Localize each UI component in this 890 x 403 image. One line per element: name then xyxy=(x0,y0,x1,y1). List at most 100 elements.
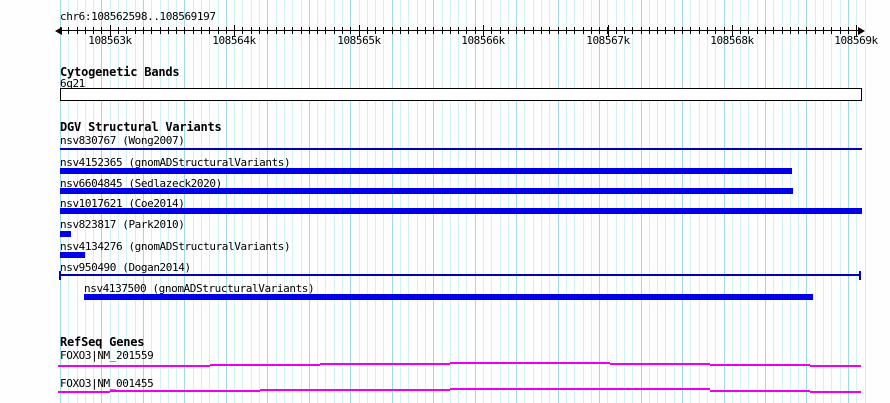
gridline xyxy=(325,0,327,403)
gridline xyxy=(698,0,700,403)
gridline xyxy=(781,0,783,403)
ruler-tick-minor xyxy=(706,27,708,34)
ruler-tick-label: 108564k xyxy=(212,34,256,47)
ruler-tick-minor xyxy=(798,27,800,34)
gene-line-segment[interactable] xyxy=(110,390,260,392)
gridline xyxy=(673,0,675,403)
gene-label[interactable]: FOXO3|NM_001455 xyxy=(60,377,154,390)
gridline xyxy=(823,0,825,403)
ruler-tick-minor xyxy=(176,27,178,34)
gene-line-segment[interactable] xyxy=(610,363,710,365)
gridline xyxy=(682,0,684,403)
gridline xyxy=(300,0,302,403)
gridline xyxy=(259,0,261,403)
ruler-tick-minor xyxy=(756,27,758,34)
ruler-tick-minor xyxy=(142,27,144,34)
ruler-tick-minor xyxy=(823,27,825,34)
gridline xyxy=(201,0,202,403)
variant-label[interactable]: nsv6604845 (Sedlazeck2020) xyxy=(60,177,222,190)
ruler-tick-minor xyxy=(167,27,169,34)
gridline xyxy=(375,0,377,403)
gene-line-segment[interactable] xyxy=(810,391,861,393)
ruler-tick-minor xyxy=(126,27,128,34)
ruler-tick-minor xyxy=(325,27,327,34)
gridline xyxy=(856,0,858,403)
ruler-tick-minor xyxy=(118,27,120,34)
gridline xyxy=(624,0,626,403)
gene-line-segment[interactable] xyxy=(260,389,450,391)
ruler-tick-minor xyxy=(599,27,601,34)
variant-bar[interactable] xyxy=(60,231,71,237)
gridline xyxy=(433,0,435,403)
gridline xyxy=(308,0,310,403)
ruler-tick-minor xyxy=(209,27,211,34)
gridline xyxy=(740,0,742,403)
ruler-tick-minor xyxy=(317,27,319,34)
variant-label[interactable]: nsv4152365 (gnomADStructuralVariants) xyxy=(60,156,291,169)
gene-line-segment[interactable] xyxy=(320,363,450,365)
ruler-tick-minor xyxy=(259,27,261,34)
ruler-tick-minor xyxy=(590,27,592,34)
gene-line-segment[interactable] xyxy=(450,388,710,390)
gridline xyxy=(615,0,617,403)
gridline xyxy=(483,0,484,403)
gene-line-segment[interactable] xyxy=(810,365,861,367)
gridline xyxy=(541,0,543,403)
gene-line-segment[interactable] xyxy=(210,364,320,366)
variant-line[interactable] xyxy=(60,148,862,150)
gridline xyxy=(532,0,534,403)
gridline xyxy=(342,0,343,403)
gene-line-segment[interactable] xyxy=(450,362,610,364)
gridline xyxy=(640,0,642,403)
variant-label[interactable]: nsv950490 (Dogan2014) xyxy=(60,261,191,274)
ruler-tick-minor xyxy=(541,27,543,34)
gene-label[interactable]: FOXO3|NM_201559 xyxy=(60,349,154,362)
variant-label[interactable]: nsv830767 (Wong2007) xyxy=(60,134,185,147)
gridline xyxy=(250,0,252,403)
gene-line-segment[interactable] xyxy=(58,391,110,393)
gridline xyxy=(292,0,294,403)
variant-label[interactable]: nsv4134276 (gnomADStructuralVariants) xyxy=(60,240,291,253)
gridline xyxy=(731,0,733,403)
ruler-tick-minor xyxy=(333,27,335,34)
ruler-tick-minor xyxy=(458,27,460,34)
ruler-tick-minor xyxy=(723,27,725,34)
ruler-tick-minor xyxy=(582,27,584,34)
genome-browser-panel: chr6:108562598..108569197 Cytogenetic Ba… xyxy=(0,0,890,403)
ruler-tick-minor xyxy=(267,27,269,34)
ruler-tick-minor xyxy=(648,27,650,34)
ruler-tick-minor xyxy=(292,27,294,34)
ruler-tick-minor xyxy=(283,27,285,34)
gridline xyxy=(449,0,451,403)
ruler-tick-minor xyxy=(516,27,518,34)
ruler-tick-minor xyxy=(383,27,385,34)
gridline xyxy=(847,0,849,403)
variant-line[interactable] xyxy=(60,274,860,276)
ruler-tick-minor xyxy=(201,27,202,34)
ruler-tick-minor xyxy=(159,27,161,34)
gridline xyxy=(814,0,816,403)
ruler-tick-minor xyxy=(366,27,368,34)
ruler-tick-minor xyxy=(624,27,626,34)
gene-line-segment[interactable] xyxy=(710,390,810,392)
ruler-tick-minor xyxy=(60,27,61,34)
variant-label[interactable]: nsv4137500 (gnomADStructuralVariants) xyxy=(84,282,315,295)
variant-label[interactable]: nsv823817 (Park2010) xyxy=(60,218,185,231)
ruler-tick-minor xyxy=(225,27,227,34)
gene-line-segment[interactable] xyxy=(58,365,210,367)
cytoband-label: 6q21 xyxy=(60,77,85,90)
gridline xyxy=(441,0,443,403)
gene-line-segment[interactable] xyxy=(710,364,810,366)
ruler-tick-minor xyxy=(565,27,567,34)
ruler-tick-minor xyxy=(690,27,692,34)
ruler-tick-minor xyxy=(93,27,95,34)
gridline xyxy=(458,0,460,403)
gridline xyxy=(499,0,501,403)
ruler-tick-minor xyxy=(250,27,252,34)
gridline xyxy=(416,0,418,403)
gridline xyxy=(350,0,352,403)
ruler-tick-label: 108567k xyxy=(586,34,630,47)
gridline xyxy=(209,0,211,403)
gridline xyxy=(524,0,526,403)
variant-label[interactable]: nsv1017621 (Coe2014) xyxy=(60,197,185,210)
